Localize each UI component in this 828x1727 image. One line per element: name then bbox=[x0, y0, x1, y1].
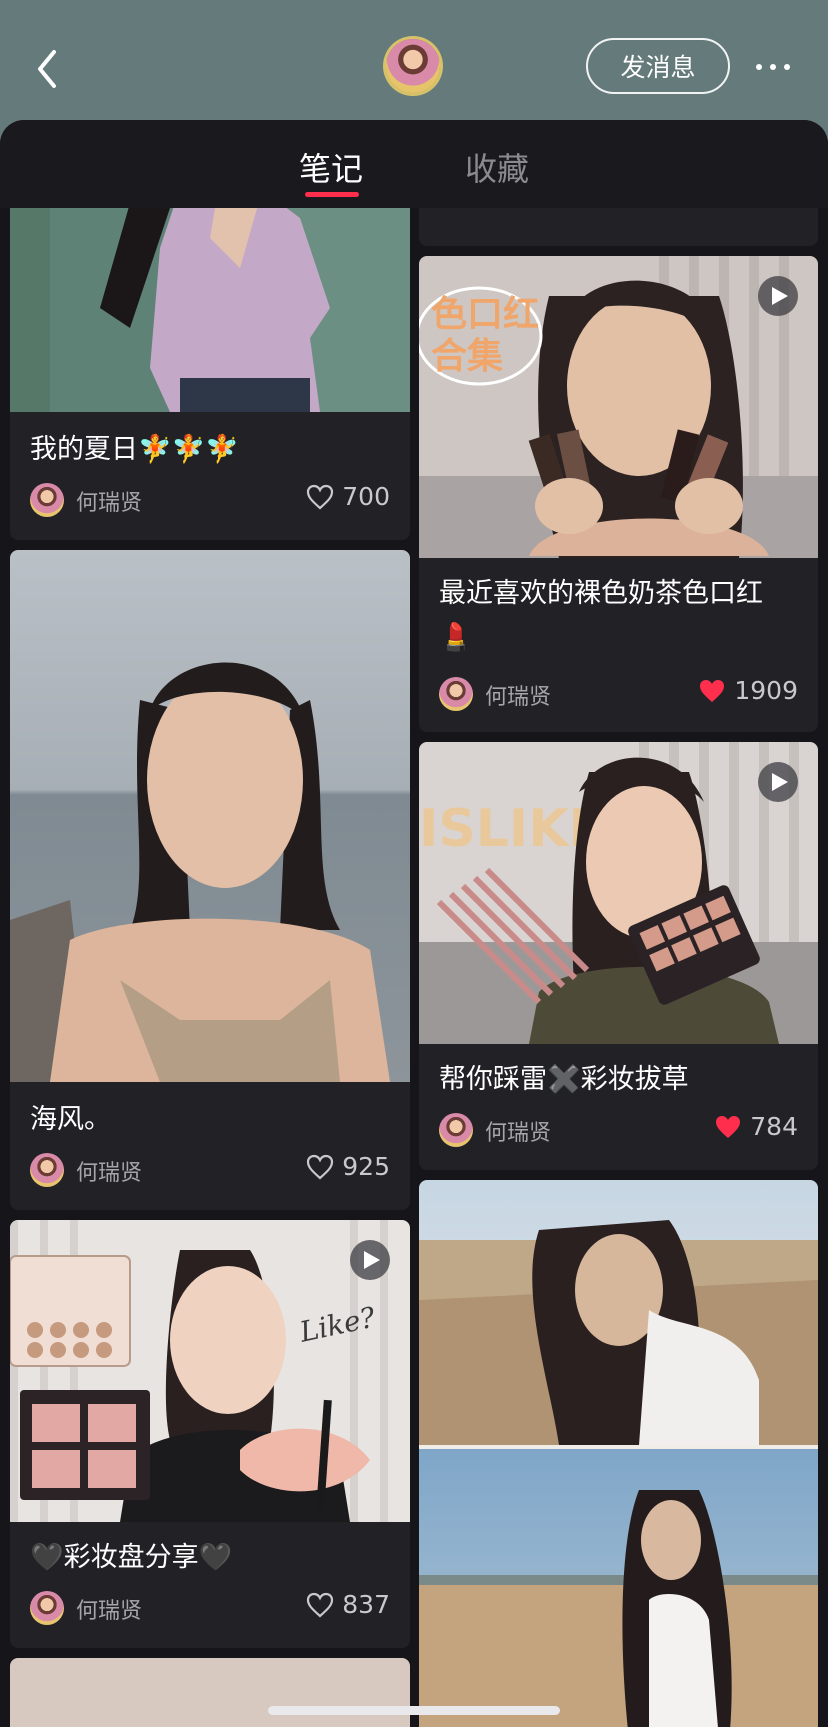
note-meta: 何瑞贤 784 bbox=[439, 1110, 798, 1150]
like-count: 700 bbox=[342, 482, 390, 511]
home-indicator bbox=[268, 1706, 560, 1715]
avatar bbox=[30, 1153, 64, 1187]
note-title: 我的夏日🧚🧚🧚 bbox=[30, 434, 239, 465]
more-icon[interactable] bbox=[748, 50, 798, 84]
like-count: 925 bbox=[342, 1152, 390, 1181]
note-card[interactable] bbox=[419, 1180, 818, 1727]
avatar bbox=[439, 1113, 473, 1147]
notes-grid: 我的夏日🧚🧚🧚 何瑞贤 700 海风。 何瑞贤 925 Like? 🖤彩妆盘分享… bbox=[0, 168, 828, 1727]
avatar bbox=[439, 677, 473, 711]
note-meta: 何瑞贤 1909 bbox=[439, 674, 798, 714]
author-name: 何瑞贤 bbox=[76, 1161, 143, 1186]
like-count: 784 bbox=[750, 1112, 798, 1141]
avatar[interactable] bbox=[386, 39, 440, 93]
note-title: 海风。 bbox=[30, 1104, 111, 1135]
play-icon bbox=[758, 276, 798, 316]
heart-filled-icon bbox=[700, 679, 725, 702]
note-meta: 何瑞贤 925 bbox=[30, 1150, 390, 1190]
note-card[interactable]: 海风。 何瑞贤 925 bbox=[10, 550, 410, 1210]
banner-text: 色口红 bbox=[431, 294, 539, 335]
heart-outline-icon bbox=[307, 484, 334, 509]
tab-notes[interactable]: 笔记 bbox=[299, 144, 363, 190]
play-icon bbox=[350, 1240, 390, 1280]
note-card[interactable]: Like? 🖤彩妆盘分享🖤 何瑞贤 837 bbox=[10, 1220, 410, 1648]
note-image bbox=[419, 1180, 818, 1727]
note-meta: 何瑞贤 700 bbox=[30, 480, 390, 520]
heart-filled-icon bbox=[716, 1115, 741, 1138]
note-card[interactable]: 我的夏日🧚🧚🧚 何瑞贤 700 bbox=[10, 168, 410, 540]
author-name: 何瑞贤 bbox=[485, 1121, 552, 1146]
note-card[interactable]: ISLIKE 帮你踩雷✖️彩妆拔草 何瑞贤 784 bbox=[419, 742, 818, 1170]
banner-text: 合集 bbox=[431, 336, 503, 377]
tab-collections[interactable]: 收藏 bbox=[465, 144, 529, 190]
play-icon bbox=[758, 762, 798, 802]
note-title: 帮你踩雷✖️彩妆拔草 bbox=[439, 1064, 689, 1095]
avatar bbox=[30, 483, 64, 517]
author-name: 何瑞贤 bbox=[485, 685, 552, 710]
note-meta: 何瑞贤 837 bbox=[30, 1588, 390, 1628]
like-button[interactable]: 784 bbox=[714, 1112, 798, 1141]
avatar bbox=[30, 1591, 64, 1625]
note-card[interactable] bbox=[10, 1658, 410, 1727]
content-panel: 笔记 收藏 我的夏日🧚🧚🧚 何瑞贤 700 海风。 何瑞贤 925 Like? … bbox=[0, 120, 828, 1727]
back-icon[interactable] bbox=[30, 44, 70, 94]
note-image bbox=[10, 550, 410, 1082]
note-image bbox=[10, 1658, 410, 1727]
note-title: 🖤彩妆盘分享🖤 bbox=[30, 1542, 233, 1573]
profile-header: 发消息 bbox=[0, 0, 828, 130]
note-card[interactable]: 色口红 合集 最近喜欢的裸色奶茶色口红 💄 何瑞贤 1909 bbox=[419, 256, 818, 732]
active-tab-indicator bbox=[305, 192, 359, 197]
heart-outline-icon bbox=[307, 1592, 334, 1617]
like-button[interactable]: 700 bbox=[306, 482, 390, 511]
like-button[interactable]: 925 bbox=[306, 1152, 390, 1181]
like-button[interactable]: 1909 bbox=[698, 676, 798, 705]
like-count: 837 bbox=[342, 1590, 390, 1619]
note-title-emoji: 💄 bbox=[439, 622, 473, 653]
like-count: 1909 bbox=[734, 676, 798, 705]
note-title: 最近喜欢的裸色奶茶色口红 bbox=[439, 578, 763, 609]
author-name: 何瑞贤 bbox=[76, 1599, 143, 1624]
author-name: 何瑞贤 bbox=[76, 491, 143, 516]
like-button[interactable]: 837 bbox=[306, 1590, 390, 1619]
tab-bar: 笔记 收藏 bbox=[0, 120, 828, 208]
heart-outline-icon bbox=[307, 1154, 334, 1179]
send-message-button[interactable]: 发消息 bbox=[586, 38, 730, 94]
